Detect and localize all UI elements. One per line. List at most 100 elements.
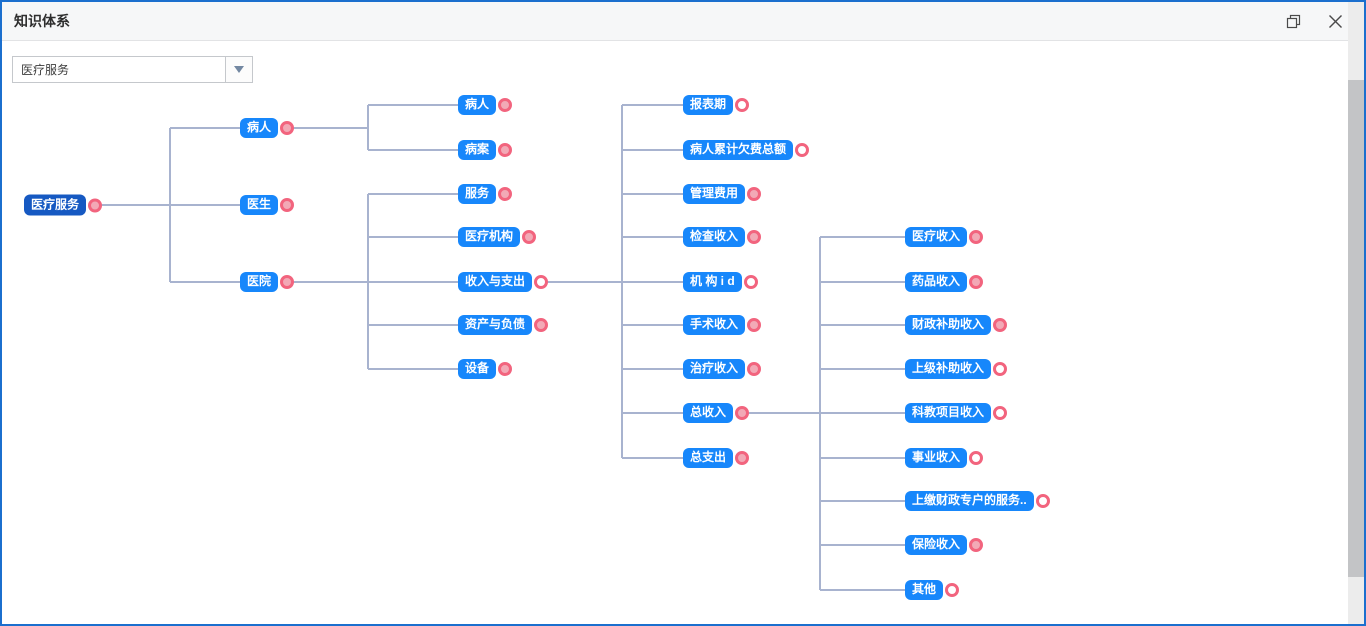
tree-node-fiscal-account-service: 上缴财政专户的服务.. [905, 491, 1050, 511]
tree-node-label-org-id[interactable]: 机 构 i d [683, 272, 742, 292]
node-expander-circle-other[interactable] [945, 583, 959, 597]
restore-icon [1286, 14, 1301, 29]
node-expander-circle-superior-subsidy-income[interactable] [993, 362, 1007, 376]
tree-node-org-id: 机 构 i d [683, 272, 758, 292]
chevron-down-icon [234, 66, 244, 73]
close-window-button[interactable] [1327, 13, 1343, 29]
tree-node-label-equipment[interactable]: 设备 [458, 359, 496, 379]
node-expander-circle-drug-income[interactable] [969, 275, 983, 289]
node-expander-circle-exam-income[interactable] [747, 230, 761, 244]
tree-node-equipment: 设备 [458, 359, 512, 379]
tree-node-treatment-income: 治疗收入 [683, 359, 761, 379]
tree-node-label-treatment-income[interactable]: 治疗收入 [683, 359, 745, 379]
tree-node-superior-subsidy-income: 上级补助收入 [905, 359, 1007, 379]
tree-node-label-fiscal-subsidy-income[interactable]: 财政补助收入 [905, 315, 991, 335]
tree-node-insurance-income: 保险收入 [905, 535, 983, 555]
tree-node-medical-institution: 医疗机构 [458, 227, 536, 247]
node-expander-circle-medical-income[interactable] [969, 230, 983, 244]
vertical-scrollbar[interactable] [1348, 2, 1364, 624]
node-expander-circle-patient[interactable] [498, 98, 512, 112]
node-expander-circle-hospital[interactable] [280, 275, 294, 289]
scrollbar-thumb[interactable] [1348, 80, 1364, 577]
tree-node-label-patient-arrears-total[interactable]: 病人累计欠费总额 [683, 140, 793, 160]
tree-node-label-patient-group[interactable]: 病人 [240, 118, 278, 138]
tree-node-other: 其他 [905, 580, 959, 600]
tree-node-medical-record: 病案 [458, 140, 512, 160]
node-expander-circle-management-fee[interactable] [747, 187, 761, 201]
tree-nodes-layer: 医疗服务病人医生医院病人病案服务医疗机构收入与支出资产与负债设备报表期病人累计欠… [0, 0, 1366, 626]
node-expander-circle-surgery-income[interactable] [747, 318, 761, 332]
tree-node-patient-arrears-total: 病人累计欠费总额 [683, 140, 809, 160]
tree-node-hospital: 医院 [240, 272, 294, 292]
tree-node-label-patient[interactable]: 病人 [458, 95, 496, 115]
tree-node-label-sci-edu-project-income[interactable]: 科教项目收入 [905, 403, 991, 423]
tree-node-label-medical-record[interactable]: 病案 [458, 140, 496, 160]
tree-node-label-hospital[interactable]: 医院 [240, 272, 278, 292]
node-expander-circle-insurance-income[interactable] [969, 538, 983, 552]
tree-node-label-medical-institution[interactable]: 医疗机构 [458, 227, 520, 247]
node-expander-circle-patient-arrears-total[interactable] [795, 143, 809, 157]
restore-window-button[interactable] [1285, 13, 1301, 29]
tree-node-patient: 病人 [458, 95, 512, 115]
node-expander-circle-fiscal-account-service[interactable] [1036, 494, 1050, 508]
tree-node-label-insurance-income[interactable]: 保险收入 [905, 535, 967, 555]
node-expander-circle-root[interactable] [88, 198, 102, 212]
window-title: 知识体系 [14, 11, 70, 31]
tree-node-label-total-income[interactable]: 总收入 [683, 403, 733, 423]
tree-node-label-other[interactable]: 其他 [905, 580, 943, 600]
close-icon [1328, 14, 1343, 29]
tree-node-label-drug-income[interactable]: 药品收入 [905, 272, 967, 292]
node-expander-circle-treatment-income[interactable] [747, 362, 761, 376]
tree-node-doctor: 医生 [240, 195, 294, 215]
dropdown-arrow-button[interactable] [225, 57, 252, 82]
tree-node-label-total-expense[interactable]: 总支出 [683, 448, 733, 468]
knowledge-domain-value: 医疗服务 [13, 61, 225, 78]
tree-node-sci-edu-project-income: 科教项目收入 [905, 403, 1007, 423]
node-expander-circle-income-expense[interactable] [534, 275, 548, 289]
knowledge-domain-select[interactable]: 医疗服务 [12, 56, 253, 83]
tree-node-income-expense: 收入与支出 [458, 272, 548, 292]
node-expander-circle-equipment[interactable] [498, 362, 512, 376]
tree-node-fiscal-subsidy-income: 财政补助收入 [905, 315, 1007, 335]
tree-node-total-expense: 总支出 [683, 448, 749, 468]
tree-node-management-fee: 管理费用 [683, 184, 761, 204]
node-expander-circle-service[interactable] [498, 187, 512, 201]
tree-node-label-surgery-income[interactable]: 手术收入 [683, 315, 745, 335]
tree-node-report-period: 报表期 [683, 95, 749, 115]
node-expander-circle-sci-edu-project-income[interactable] [993, 406, 1007, 420]
tree-node-service: 服务 [458, 184, 512, 204]
tree-node-total-income: 总收入 [683, 403, 749, 423]
tree-node-label-income-expense[interactable]: 收入与支出 [458, 272, 532, 292]
title-bar: 知识体系 [2, 2, 1364, 41]
tree-node-label-medical-income[interactable]: 医疗收入 [905, 227, 967, 247]
tree-node-label-career-income[interactable]: 事业收入 [905, 448, 967, 468]
tree-node-label-root[interactable]: 医疗服务 [24, 195, 86, 216]
knowledge-system-window: 知识体系 医疗服务 医疗服务病人医生医院病人病案服务医疗机构收入与支出资产与负债… [0, 0, 1366, 626]
tree-node-label-assets-liabilities[interactable]: 资产与负债 [458, 315, 532, 335]
tree-node-label-report-period[interactable]: 报表期 [683, 95, 733, 115]
node-expander-circle-total-income[interactable] [735, 406, 749, 420]
tree-node-drug-income: 药品收入 [905, 272, 983, 292]
tree-node-label-fiscal-account-service[interactable]: 上缴财政专户的服务.. [905, 491, 1034, 511]
node-expander-circle-medical-record[interactable] [498, 143, 512, 157]
node-expander-circle-report-period[interactable] [735, 98, 749, 112]
node-expander-circle-total-expense[interactable] [735, 451, 749, 465]
tree-node-surgery-income: 手术收入 [683, 315, 761, 335]
tree-node-assets-liabilities: 资产与负债 [458, 315, 548, 335]
tree-node-medical-income: 医疗收入 [905, 227, 983, 247]
tree-node-label-exam-income[interactable]: 检查收入 [683, 227, 745, 247]
tree-node-label-management-fee[interactable]: 管理费用 [683, 184, 745, 204]
node-expander-circle-fiscal-subsidy-income[interactable] [993, 318, 1007, 332]
tree-node-patient-group: 病人 [240, 118, 294, 138]
tree-node-root: 医疗服务 [24, 195, 102, 216]
node-expander-circle-doctor[interactable] [280, 198, 294, 212]
node-expander-circle-org-id[interactable] [744, 275, 758, 289]
node-expander-circle-assets-liabilities[interactable] [534, 318, 548, 332]
window-controls [1285, 13, 1343, 29]
node-expander-circle-career-income[interactable] [969, 451, 983, 465]
node-expander-circle-medical-institution[interactable] [522, 230, 536, 244]
tree-node-label-service[interactable]: 服务 [458, 184, 496, 204]
tree-node-label-doctor[interactable]: 医生 [240, 195, 278, 215]
tree-node-label-superior-subsidy-income[interactable]: 上级补助收入 [905, 359, 991, 379]
node-expander-circle-patient-group[interactable] [280, 121, 294, 135]
